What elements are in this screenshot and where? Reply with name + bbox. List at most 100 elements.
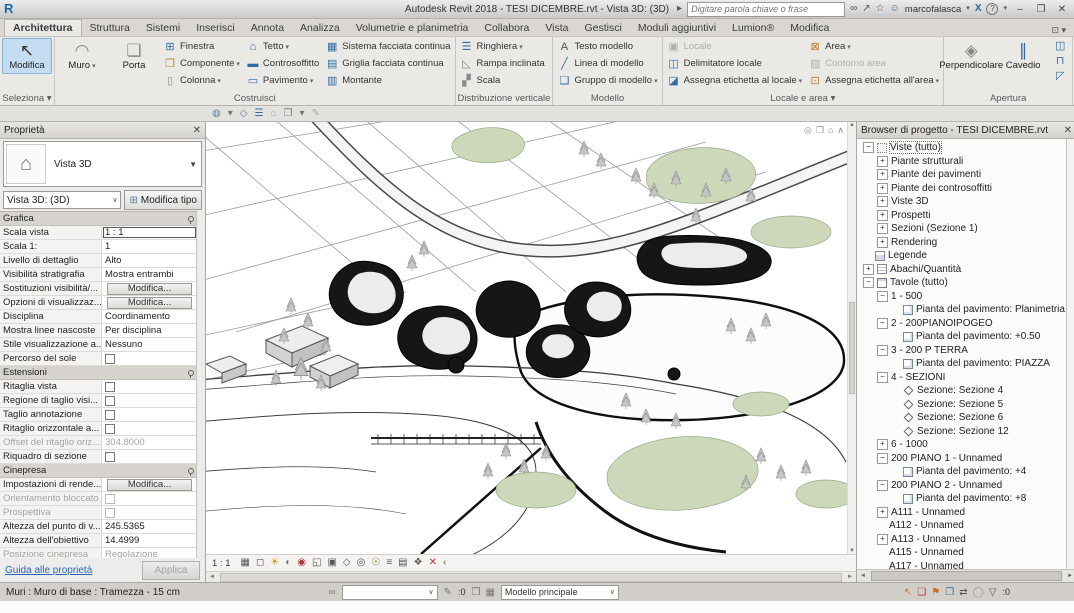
clipboard-icon[interactable]: ❐ [283, 108, 292, 120]
show-crop-icon[interactable]: ▣ [327, 557, 336, 569]
pan-icon[interactable]: ❐ [816, 125, 824, 136]
chevron-down-icon[interactable]: ▾ [217, 77, 221, 85]
sphere-icon[interactable]: ◍ [212, 108, 221, 120]
regione-di-taglio-visi-checkbox[interactable] [105, 396, 115, 406]
wall-opening-button[interactable]: ◫ [1050, 38, 1070, 53]
star-icon[interactable]: ☆ [876, 2, 885, 16]
home-icon[interactable]: ⌂ [270, 108, 276, 120]
tree-item-a112-unnamed[interactable]: A112 - Unnamed [857, 519, 1067, 533]
tree-item-viste-tutto[interactable]: −Viste (tutto) [857, 141, 1067, 155]
tree-item-sezione-sezione-12[interactable]: Sezione: Sezione 12 [857, 425, 1067, 439]
tree-item-piante-strutturali[interactable]: +Piante strutturali [857, 155, 1067, 169]
scala-button[interactable]: ▞Scala [458, 72, 547, 89]
collapse-search-icon[interactable]: ▸ [677, 2, 682, 16]
chevron-down-icon[interactable]: ▾ [654, 77, 658, 85]
lock-view-icon[interactable]: ◇ [343, 557, 351, 569]
type-selector[interactable]: ⌂ Vista 3D ▼ [3, 141, 202, 187]
collapse-icon[interactable]: − [877, 291, 888, 302]
close-icon[interactable]: ✕ [193, 125, 201, 136]
tab-moduli-aggiuntivi[interactable]: Moduli aggiuntivi [630, 20, 724, 36]
tree-item-prospetti[interactable]: +Prospetti [857, 209, 1067, 223]
tree-item-tavole-tutto[interactable]: −Tavole (tutto) [857, 276, 1067, 290]
expand-icon[interactable]: + [877, 507, 888, 518]
properties-scrollbar[interactable]: ▲▼ [196, 212, 197, 558]
property-value[interactable]: 245.5365 [102, 520, 197, 533]
area-button[interactable]: ⊠Area▾ [806, 38, 941, 55]
tree-item-a113-unnamed[interactable]: +A113 - Unnamed [857, 533, 1067, 547]
tree-item-3-200-p-terra[interactable]: −3 - 200 P TERRA [857, 344, 1067, 358]
tab-lumion[interactable]: Lumion® [724, 20, 782, 36]
tree-item-legende[interactable]: Legende [857, 249, 1067, 263]
tree-item-viste-3d[interactable]: +Viste 3D [857, 195, 1067, 209]
collapse-icon[interactable]: − [877, 453, 888, 464]
ritaglia-vista-checkbox[interactable] [105, 382, 115, 392]
tree-item-6-1000[interactable]: +6 - 1000 [857, 438, 1067, 452]
ringhiera-button[interactable]: ☰Ringhiera▾ [458, 38, 547, 55]
select-links-icon[interactable]: ↖ [904, 586, 912, 599]
detail-level-icon[interactable]: ▦ [241, 557, 250, 569]
dormer-opening-button[interactable]: ◸ [1050, 68, 1070, 83]
chevron-down-icon[interactable]: ▾ [519, 43, 523, 51]
tree-item-pianta-del-pavimento-0-50[interactable]: Pianta del pavimento: +0.50 [857, 330, 1067, 344]
tree-item-a117-unnamed[interactable]: A117 - Unnamed [857, 560, 1067, 570]
chevron-down-icon[interactable]: ▾ [310, 77, 314, 85]
tree-item-pianta-del-pavimento-piazza[interactable]: Pianta del pavimento: PIAZZA [857, 357, 1067, 371]
property-value[interactable]: Modifica... [102, 282, 197, 295]
select-underlay-icon[interactable]: ❏ [917, 586, 926, 599]
tree-item-4-sezioni[interactable]: −4 - SEZIONI [857, 371, 1067, 385]
property-value[interactable]: Modifica... [102, 478, 197, 491]
tree-item-pianta-del-pavimento-8[interactable]: Pianta del pavimento: +8 [857, 492, 1067, 506]
expand-icon[interactable]: + [877, 196, 888, 207]
tree-item-sezione-sezione-6[interactable]: Sezione: Sezione 6 [857, 411, 1067, 425]
sostituzioni-visibilit-edit-button[interactable]: Modifica... [107, 283, 192, 295]
collapse-icon[interactable]: − [877, 345, 888, 356]
property-value[interactable]: Nessuno [102, 338, 197, 351]
property-value[interactable]: 14.4999 [102, 534, 197, 547]
editing-requests-icon[interactable]: ✎ [444, 586, 452, 599]
montante-button[interactable]: ▥Montante [323, 72, 452, 89]
perpendicolare-button[interactable]: ◈Perpendicolare [946, 38, 996, 74]
tree-item-piante-dei-controsoffitti[interactable]: +Piante dei controsoffitti [857, 182, 1067, 196]
edit-type-button[interactable]: ⊞ Modifica tipo [124, 190, 202, 210]
property-value[interactable]: 1 [102, 240, 197, 253]
chevron-down-icon[interactable]: ▾ [236, 60, 240, 68]
tree-item-piante-dei-pavimenti[interactable]: +Piante dei pavimenti [857, 168, 1067, 182]
properties-help-link[interactable]: Guida alle proprietà [5, 565, 92, 576]
collapse-icon[interactable]: − [877, 372, 888, 383]
model-view[interactable]: ◎❐⌂∧ [206, 122, 856, 555]
tree-item-a115-unnamed[interactable]: A115 - Unnamed [857, 546, 1067, 560]
collapse-icon[interactable]: ‹ [443, 557, 446, 569]
property-value[interactable]: Modifica... [102, 296, 197, 309]
chevron-down-icon[interactable]: ▼ [189, 160, 197, 169]
property-value[interactable] [102, 380, 197, 393]
chevron-down-icon[interactable]: ▾ [299, 108, 304, 120]
property-value[interactable]: 1 : 1 [102, 226, 197, 239]
chevron-down-icon[interactable]: ▾ [286, 43, 290, 51]
gruppo-di-modello-button[interactable]: ❑Gruppo di modello▾ [555, 72, 659, 89]
tab-inserisci[interactable]: Inserisci [188, 20, 243, 36]
reveal-hidden-icon[interactable]: ☉ [371, 557, 380, 569]
worksharing-display-icon[interactable]: ≡ [386, 557, 392, 569]
analytical-model-icon[interactable]: ❖ [414, 557, 423, 569]
property-value[interactable]: Alto [102, 254, 197, 267]
property-value[interactable]: Per disciplina [102, 324, 197, 337]
property-value[interactable] [102, 422, 197, 435]
instance-combo[interactable]: Vista 3D: (3D) ∨ [3, 191, 121, 209]
scale-button[interactable]: 1 : 1 [212, 558, 231, 569]
tab-vista[interactable]: Vista [537, 20, 576, 36]
drawing-area[interactable]: ◎❐⌂∧ [206, 122, 856, 582]
tree-item-a111-unnamed[interactable]: +A111 - Unnamed [857, 506, 1067, 520]
tab-sistemi[interactable]: Sistemi [138, 20, 188, 36]
tree-item-sezioni-sezione-1[interactable]: +Sezioni (Sezione 1) [857, 222, 1067, 236]
tab-architettura[interactable]: Architettura [4, 19, 82, 36]
tree-item-pianta-del-pavimento-4[interactable]: Pianta del pavimento: +4 [857, 465, 1067, 479]
tree-item-rendering[interactable]: +Rendering [857, 236, 1067, 250]
colonna-button[interactable]: ▯Colonna▾ [161, 72, 242, 89]
minimize-button[interactable]: – [1012, 4, 1028, 15]
worksets-combo[interactable]: ∨ [342, 585, 438, 600]
design-options-icon[interactable]: ❒ [471, 586, 480, 599]
property-value[interactable] [102, 450, 197, 463]
browser-vscrollbar[interactable]: ▲ ▼ [1066, 139, 1067, 569]
griglia-facciata-continua-button[interactable]: ▤Griglia facciata continua [323, 55, 452, 72]
chevron-down-icon[interactable]: ▾ [799, 77, 803, 85]
